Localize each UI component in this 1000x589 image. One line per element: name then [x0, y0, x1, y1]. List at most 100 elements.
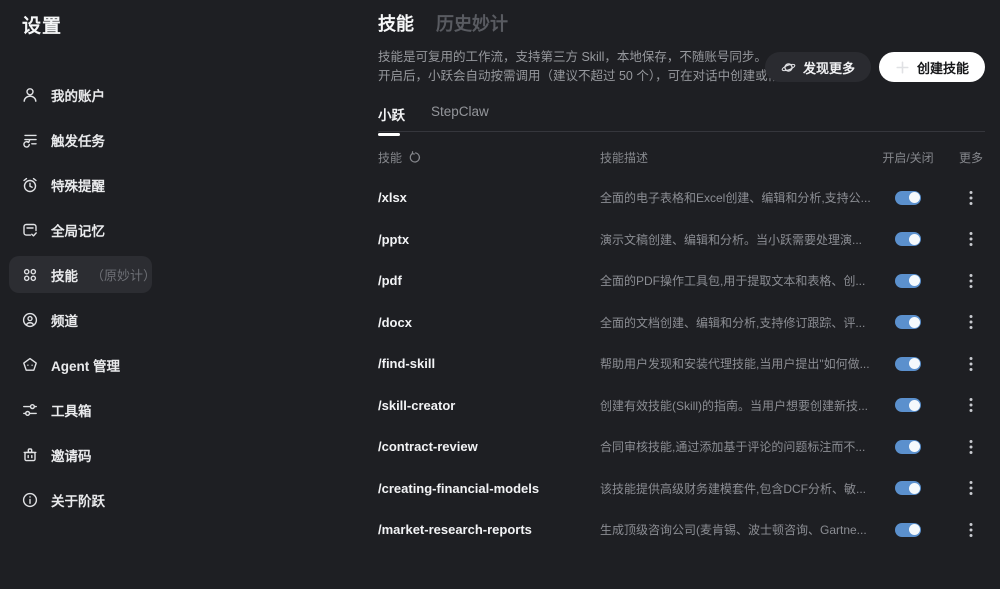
sidebar-item-label: 工具箱 [51, 403, 92, 419]
sidebar-item-trigger-tasks[interactable]: 触发任务 [9, 121, 152, 158]
table-row: /docx 全面的文档创建、编辑和分析,支持修订跟踪、评... [378, 302, 985, 344]
discover-more-button[interactable]: 发现更多 [764, 52, 871, 82]
toggle-switch[interactable] [895, 190, 921, 205]
table-row: /contract-review 合同审核技能,通过添加基于评论的问题标注而不.… [378, 426, 985, 468]
column-header-skill: 技能 [378, 149, 600, 166]
skills-description: 技能是可复用的工作流，支持第三方 Skill，本地保存，不随账号同步。 开启后，… [378, 48, 830, 86]
planet-icon [781, 60, 796, 75]
skill-description: 演示文稿创建、编辑和分析。当小跃需要处理演... [600, 232, 863, 247]
settings-sidebar: 设置 我的账户 触发任务 特殊提醒 全局记忆 技能 （原妙计） 频道 Agent… [0, 0, 360, 589]
subtab-stepclaw[interactable]: StepClaw [431, 104, 489, 124]
skill-description: 创建有效技能(Skill)的指南。当用户想要创建新技... [600, 398, 868, 413]
gift-box-icon [21, 446, 39, 464]
sidebar-item-suffix: （原妙计） [91, 268, 157, 283]
plus-icon [895, 60, 910, 75]
sliders-icon [21, 401, 39, 419]
column-header-toggle: 开启/关闭 [882, 150, 934, 165]
discover-more-label: 发现更多 [802, 60, 855, 76]
toggle-switch[interactable] [895, 356, 921, 371]
skill-source-tabs: 小跃 StepClaw [378, 104, 489, 136]
more-menu-icon[interactable] [969, 231, 985, 247]
skill-name: /docx [378, 314, 412, 330]
skill-description: 合同审核技能,通过添加基于评论的问题标注而不... [600, 440, 866, 455]
create-skill-button[interactable]: 创建技能 [878, 52, 985, 82]
skill-description: 全面的电子表格和Excel创建、编辑和分析,支持公... [600, 191, 871, 206]
more-menu-icon[interactable] [969, 356, 985, 372]
more-menu-icon[interactable] [969, 397, 985, 413]
sidebar-item-skills[interactable]: 技能 （原妙计） [9, 256, 156, 293]
skill-name: /skill-creator [378, 397, 456, 413]
table-row: /market-research-reports 生成顶级咨询公司(麦肯锡、波士… [378, 509, 985, 551]
toggle-switch[interactable] [895, 522, 921, 537]
sidebar-item-special-reminders[interactable]: 特殊提醒 [9, 166, 152, 203]
table-row: /xlsx 全面的电子表格和Excel创建、编辑和分析,支持公... [378, 177, 985, 219]
skill-description: 帮助用户发现和安装代理技能,当用户提出"如何做... [600, 357, 870, 372]
sidebar-item-label: 特殊提醒 [51, 178, 105, 194]
sidebar-item-label: 关于阶跃 [51, 493, 105, 509]
more-menu-icon[interactable] [969, 314, 985, 330]
task-trigger-icon [21, 131, 39, 149]
skill-name: /contract-review [378, 439, 478, 455]
subtab-xiaoyue[interactable]: 小跃 [378, 104, 405, 136]
sidebar-item-label: Agent 管理 [51, 358, 120, 374]
tabs-divider [378, 131, 985, 132]
sidebar-item-label: 技能 [51, 268, 78, 284]
description-line-2: 开启后，小跃会自动按需调用（建议不超过 50 个），可在对话中创建或修改技能。 [378, 69, 831, 83]
toggle-switch[interactable] [895, 232, 921, 247]
column-header-description: 技能描述 [600, 150, 649, 165]
more-menu-icon[interactable] [969, 439, 985, 455]
skill-description: 该技能提供高级财务建模套件,包含DCF分析、敏... [600, 481, 866, 496]
toggle-switch[interactable] [895, 439, 921, 454]
memory-note-icon [21, 221, 39, 239]
create-skill-label: 创建技能 [916, 60, 969, 76]
sidebar-menu: 我的账户 触发任务 特殊提醒 全局记忆 技能 （原妙计） 频道 Agent 管理… [9, 76, 156, 526]
alarm-clock-icon [21, 176, 39, 194]
sidebar-item-label: 频道 [51, 313, 78, 329]
tab-history[interactable]: 历史妙计 [436, 10, 508, 36]
agent-icon [21, 356, 39, 374]
more-menu-icon[interactable] [969, 190, 985, 206]
skill-description: 全面的PDF操作工具包,用于提取文本和表格、创... [600, 274, 866, 289]
skill-description: 全面的文档创建、编辑和分析,支持修订跟踪、评... [600, 315, 866, 330]
header-actions: 发现更多 创建技能 [764, 52, 985, 82]
description-line-1: 技能是可复用的工作流，支持第三方 Skill，本地保存，不随账号同步。 [378, 50, 767, 64]
sidebar-item-agent-management[interactable]: Agent 管理 [9, 346, 152, 383]
main-tabs: 技能 历史妙计 [378, 10, 508, 36]
sidebar-item-label: 触发任务 [51, 133, 105, 149]
refresh-icon[interactable] [409, 150, 422, 164]
sidebar-item-label: 我的账户 [51, 88, 105, 104]
sidebar-item-label: 邀请码 [51, 448, 92, 464]
tab-skills[interactable]: 技能 [378, 10, 414, 36]
skill-name: /creating-financial-models [378, 480, 540, 496]
sidebar-item-channels[interactable]: 频道 [9, 301, 152, 338]
info-circle-icon [21, 491, 39, 509]
more-menu-icon[interactable] [969, 480, 985, 496]
sidebar-item-label: 全局记忆 [51, 223, 105, 239]
sidebar-item-global-memory[interactable]: 全局记忆 [9, 211, 152, 248]
sidebar-item-my-account[interactable]: 我的账户 [9, 76, 152, 113]
more-menu-icon[interactable] [969, 522, 985, 538]
column-header-more: 更多 [958, 150, 983, 165]
skill-name: /pdf [378, 273, 402, 289]
more-menu-icon[interactable] [969, 273, 985, 289]
skill-name: /xlsx [378, 190, 407, 206]
skill-name: /find-skill [378, 356, 436, 372]
toggle-switch[interactable] [895, 315, 921, 330]
toggle-switch[interactable] [895, 398, 921, 413]
skill-name: /market-research-reports [378, 522, 532, 538]
channel-icon [21, 311, 39, 329]
sidebar-item-about[interactable]: 关于阶跃 [9, 481, 152, 518]
sidebar-item-toolbox[interactable]: 工具箱 [9, 391, 152, 428]
sidebar-item-invite-code[interactable]: 邀请码 [9, 436, 152, 473]
toggle-switch[interactable] [895, 481, 921, 496]
skills-table-body: /xlsx 全面的电子表格和Excel创建、编辑和分析,支持公... /pptx… [378, 177, 985, 551]
skill-description: 生成顶级咨询公司(麦肯锡、波士顿咨询、Gartne... [600, 523, 867, 538]
table-row: /skill-creator 创建有效技能(Skill)的指南。当用户想要创建新… [378, 385, 985, 427]
user-icon [21, 86, 39, 104]
skills-grid-icon [21, 266, 39, 284]
sidebar-title: 设置 [22, 16, 63, 37]
toggle-switch[interactable] [895, 273, 921, 288]
skills-main-panel: 技能 历史妙计 技能是可复用的工作流，支持第三方 Skill，本地保存，不随账号… [378, 0, 985, 589]
skills-table-header: 技能 技能描述 开启/关闭 更多 [378, 146, 985, 168]
table-row: /find-skill 帮助用户发现和安装代理技能,当用户提出"如何做... [378, 343, 985, 385]
